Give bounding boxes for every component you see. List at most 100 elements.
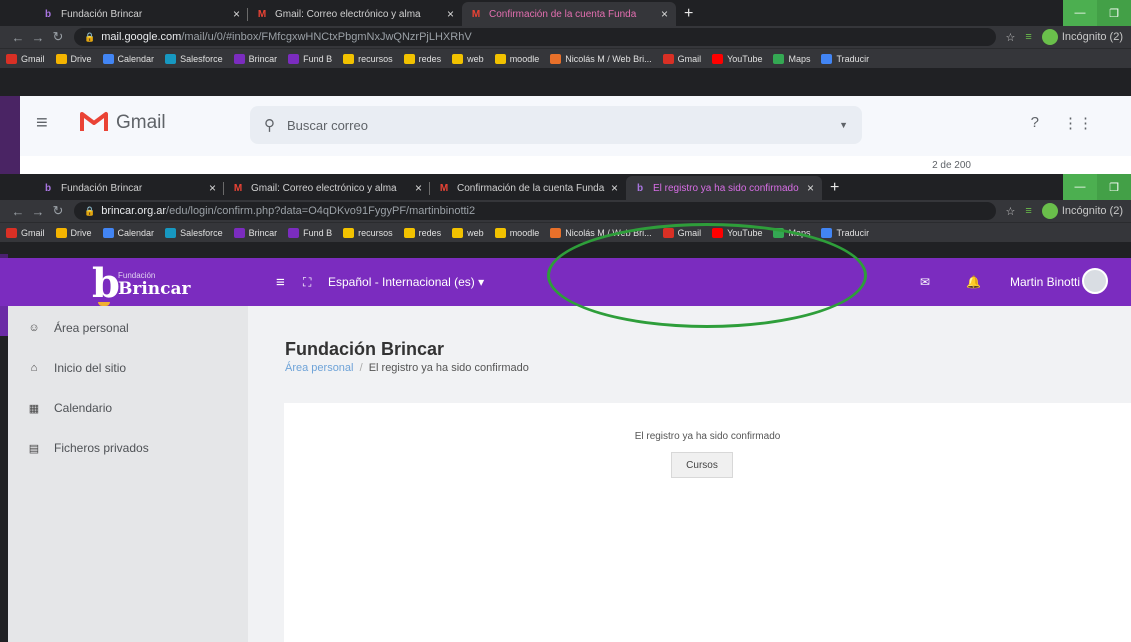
bookmark-item[interactable]: Maps <box>773 53 810 64</box>
bookmark-icon <box>233 53 245 64</box>
gmail-search-input[interactable]: ⚲ Buscar correo ▼ <box>250 106 862 144</box>
bookmark-item[interactable]: Gmail <box>662 227 701 238</box>
back-icon[interactable]: ← <box>8 30 28 45</box>
address-bar[interactable]: 🔒 mail.google.com /mail/u/0/#inbox/FMfcg… <box>74 28 996 46</box>
tab-close-icon[interactable]: × <box>233 7 240 21</box>
bookmark-item[interactable]: Nicolás M / Web Bri... <box>550 53 652 64</box>
bookmark-item[interactable]: Fund B <box>288 53 332 64</box>
gmail-header: ≡ Gmail ⚲ Buscar correo ▼ ? ⋮⋮ <box>0 96 1131 156</box>
menu-toggle-icon[interactable]: ≡ <box>276 274 285 291</box>
forward-icon[interactable]: → <box>28 30 48 45</box>
bookmark-item[interactable]: web <box>452 227 484 238</box>
incognito-badge[interactable]: Incógnito (2) <box>1041 29 1123 45</box>
incognito-icon <box>1041 203 1058 219</box>
tab-registro-confirmado[interactable]: b El registro ya ha sido confirmado × <box>626 176 822 200</box>
tab-title: Fundación Brincar <box>61 8 143 20</box>
notifications-icon[interactable]: 🔔 <box>966 275 981 289</box>
tab-confirmacion[interactable]: M Confirmación de la cuenta Funda × <box>429 176 626 200</box>
cursos-button[interactable]: Cursos <box>671 452 733 478</box>
bookmark-icon <box>494 227 506 238</box>
site-logo[interactable]: b Fundación Brincar <box>92 260 202 307</box>
bookmark-item[interactable]: YouTube <box>712 53 762 64</box>
bookmark-item[interactable]: Nicolás M / Web Bri... <box>550 227 652 238</box>
star-icon[interactable]: ☆ <box>1006 205 1016 218</box>
calendar-icon: ▦ <box>28 402 40 415</box>
forward-icon[interactable]: → <box>28 204 48 219</box>
tab-confirmacion[interactable]: M Confirmación de la cuenta Funda × <box>462 2 676 26</box>
minimize-button[interactable]: — <box>1063 174 1097 200</box>
restore-button[interactable]: ❐ <box>1097 0 1131 26</box>
sidebar-item-inicio[interactable]: ⌂ Inicio del sitio <box>8 348 248 388</box>
tab-close-icon[interactable]: × <box>447 7 454 21</box>
tab-close-icon[interactable]: × <box>661 7 668 21</box>
bookmark-item[interactable]: recursos <box>343 227 393 238</box>
star-icon[interactable]: ☆ <box>1006 31 1016 44</box>
fullscreen-icon[interactable]: ⛶ <box>303 275 311 290</box>
language-menu[interactable]: Español - Internacional (es) ▾ <box>328 275 484 289</box>
bookmark-item[interactable]: Brincar <box>233 227 277 238</box>
bookmark-item[interactable]: moodle <box>494 227 539 238</box>
bookmark-item[interactable]: Salesforce <box>165 227 223 238</box>
search-options-icon[interactable]: ▼ <box>839 120 848 130</box>
bookmark-label: Traducir <box>836 53 870 64</box>
bookmark-item[interactable]: Maps <box>773 227 810 238</box>
bookmark-item[interactable]: Calendar <box>102 227 154 238</box>
user-menu[interactable]: Martin Binotti <box>1010 275 1080 289</box>
bookmark-item[interactable]: redes <box>403 227 441 238</box>
tab-close-icon[interactable]: × <box>611 181 618 195</box>
bookmark-item[interactable]: web <box>452 53 484 64</box>
menu-icon[interactable]: ≡ <box>36 112 48 135</box>
help-icon[interactable]: ? <box>1031 114 1039 132</box>
reload-icon[interactable]: ↻ <box>48 29 68 45</box>
sidebar-item-calendario[interactable]: ▦ Calendario <box>8 388 248 428</box>
bookmark-icon <box>102 53 114 64</box>
site-navbar: b Fundación Brincar ≡ ⛶ Español - Intern… <box>0 258 1131 307</box>
avatar[interactable] <box>1082 268 1108 294</box>
bookmark-item[interactable]: Gmail <box>6 53 45 64</box>
bookmark-item[interactable]: Gmail <box>662 53 701 64</box>
reload-icon[interactable]: ↻ <box>48 203 68 219</box>
bookmark-icon <box>452 227 464 238</box>
tab-gmail[interactable]: M Gmail: Correo electrónico y alma × <box>247 2 462 26</box>
bookmark-item[interactable]: Fund B <box>288 227 332 238</box>
reading-list-icon[interactable]: ≡ <box>1025 205 1031 217</box>
bookmark-item[interactable]: Drive <box>55 227 92 238</box>
bookmark-item[interactable]: Drive <box>55 53 92 64</box>
minimize-button[interactable]: — <box>1063 0 1097 26</box>
bookmark-item[interactable]: Salesforce <box>165 53 223 64</box>
sidebar-item-ficheros[interactable]: ▤ Ficheros privados <box>8 428 248 468</box>
bookmark-item[interactable]: Traducir <box>821 227 869 238</box>
reading-list-icon[interactable]: ≡ <box>1025 31 1031 43</box>
back-icon[interactable]: ← <box>8 204 28 219</box>
lock-icon: 🔒 <box>84 205 96 216</box>
search-placeholder: Buscar correo <box>287 117 368 133</box>
bookmark-label: recursos <box>358 53 393 64</box>
bookmark-item[interactable]: redes <box>403 53 441 64</box>
address-bar[interactable]: 🔒 brincar.org.ar /edu/login/confirm.php?… <box>74 202 996 220</box>
tab-close-icon[interactable]: × <box>209 181 216 195</box>
tab-gmail[interactable]: M Gmail: Correo electrónico y alma × <box>223 176 430 200</box>
bookmark-item[interactable]: Gmail <box>6 227 45 238</box>
breadcrumb-link[interactable]: Área personal <box>285 362 354 374</box>
bookmark-item[interactable]: Traducir <box>821 53 870 64</box>
bookmark-item[interactable]: Brincar <box>233 53 277 64</box>
bookmark-item[interactable]: recursos <box>343 53 393 64</box>
new-tab-button[interactable]: + <box>830 176 839 200</box>
bookmark-icon <box>662 53 674 64</box>
new-tab-button[interactable]: + <box>684 2 693 26</box>
messages-icon[interactable]: ✉ <box>920 275 930 289</box>
tab-close-icon[interactable]: × <box>415 181 422 195</box>
sidebar-item-area-personal[interactable]: ☺ Área personal <box>8 308 248 348</box>
bookmark-item[interactable]: moodle <box>494 53 539 64</box>
tab-fundacion-brincar[interactable]: b Fundación Brincar × <box>34 2 248 26</box>
files-icon: ▤ <box>28 442 40 455</box>
bookmark-item[interactable]: Calendar <box>102 53 154 64</box>
tab-close-icon[interactable]: × <box>807 181 814 195</box>
window-controls: — ❐ <box>1063 0 1131 26</box>
incognito-badge[interactable]: Incógnito (2) <box>1041 203 1123 219</box>
apps-icon[interactable]: ⋮⋮ <box>1063 114 1093 132</box>
bookmark-item[interactable]: YouTube <box>712 227 762 238</box>
tab-fundacion-brincar[interactable]: b Fundación Brincar × <box>34 176 224 200</box>
restore-button[interactable]: ❐ <box>1097 174 1131 200</box>
background-window-edge <box>0 306 8 336</box>
